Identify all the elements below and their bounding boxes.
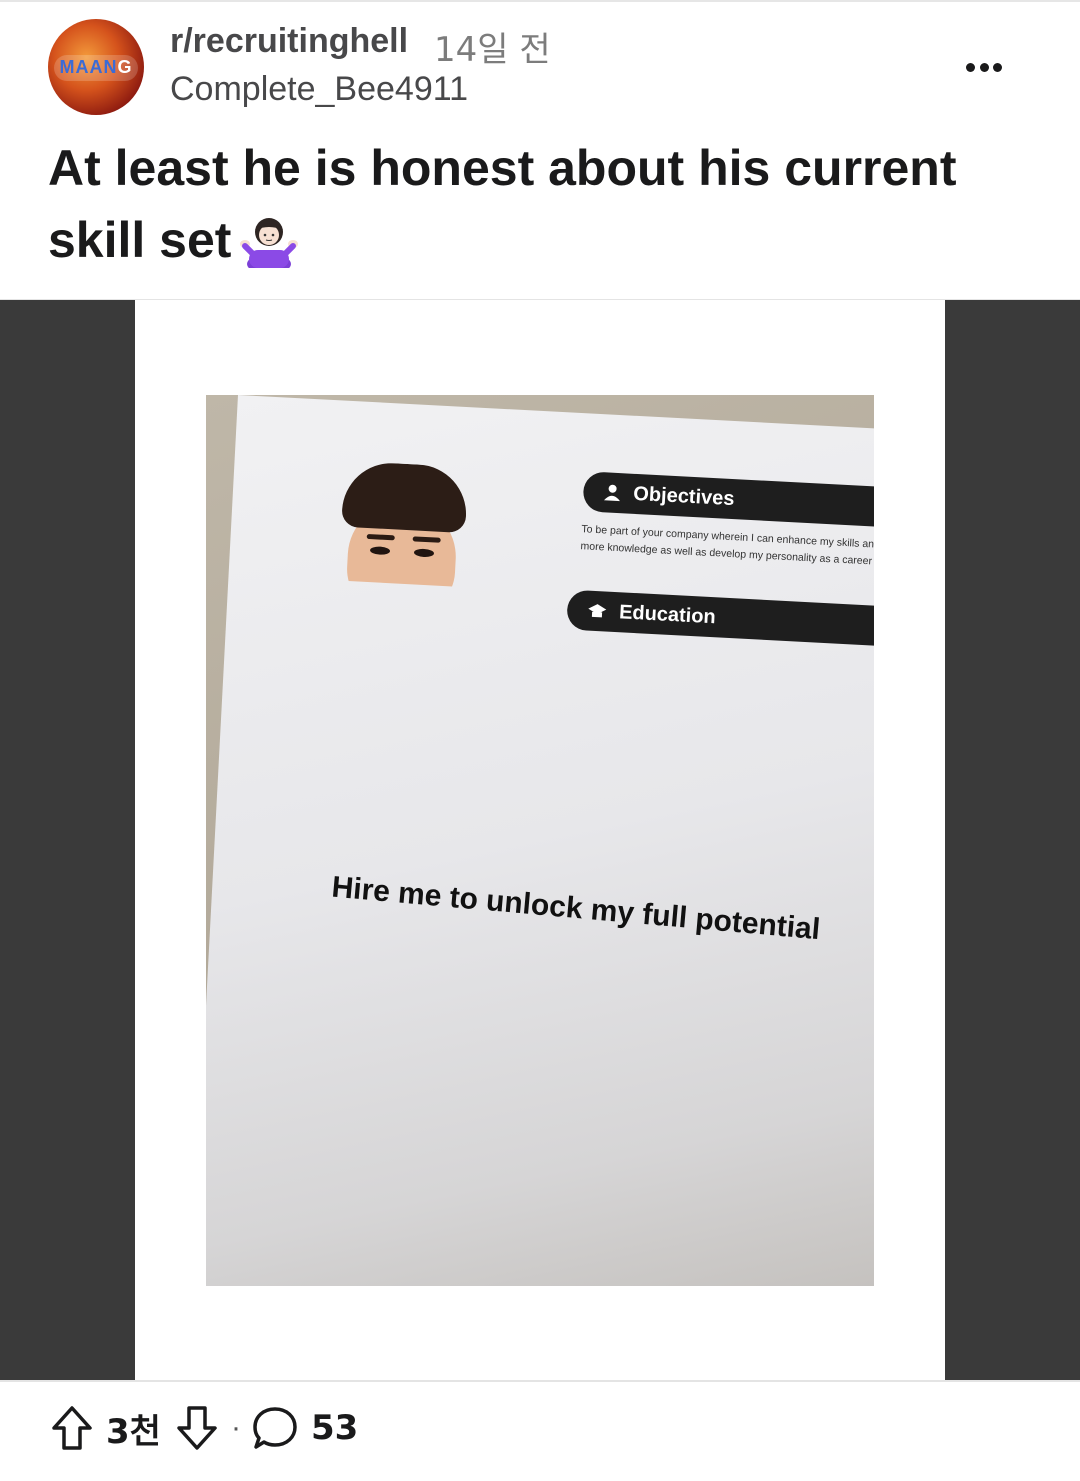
comment-count: 53 [310,1408,359,1448]
post-actions: 3천 · 53 [48,1400,358,1456]
upvote-button[interactable] [48,1404,96,1452]
upvote-arrow-icon [52,1406,92,1450]
post-title: At least he is honest about his current … [48,132,1038,276]
post-time: 14일 전 [434,30,551,70]
more-options-button[interactable] [958,52,1010,82]
post-image[interactable]: Objectives To be part of your company wh… [0,300,1080,1380]
dot-icon [979,62,989,72]
subreddit-avatar[interactable]: MAANG [48,19,144,115]
resume-paper: Objectives To be part of your company wh… [206,395,874,1286]
resume-photo: Objectives To be part of your company wh… [206,395,874,1286]
objectives-label: Objectives [632,482,736,510]
vote-count: 3천 [106,1411,161,1452]
education-label: Education [618,600,717,628]
graduation-cap-icon [588,604,607,618]
downvote-button[interactable] [173,1404,221,1452]
paper-sheet [206,395,874,1286]
person-shrugging-emoji-icon [239,212,299,274]
downvote-arrow-icon [177,1406,217,1450]
dot-icon [966,62,975,72]
comment-bubble-icon [253,1407,297,1449]
image-frame: Objectives To be part of your company wh… [135,300,945,1380]
dot-icon [993,62,1002,72]
separator-dot: · [230,1411,241,1444]
author-name[interactable]: Complete_Bee4911 [170,70,468,109]
footer-separator [0,1380,1080,1382]
subreddit-name[interactable]: r/recruitinghell [170,22,408,61]
comments-button[interactable]: 53 [251,1404,358,1452]
resume-face-photo [334,460,472,588]
post-title-text: At least he is honest about his current … [48,140,957,268]
top-border [0,0,1080,2]
person-icon [603,484,620,502]
avatar-logo: MAANG [59,57,133,77]
